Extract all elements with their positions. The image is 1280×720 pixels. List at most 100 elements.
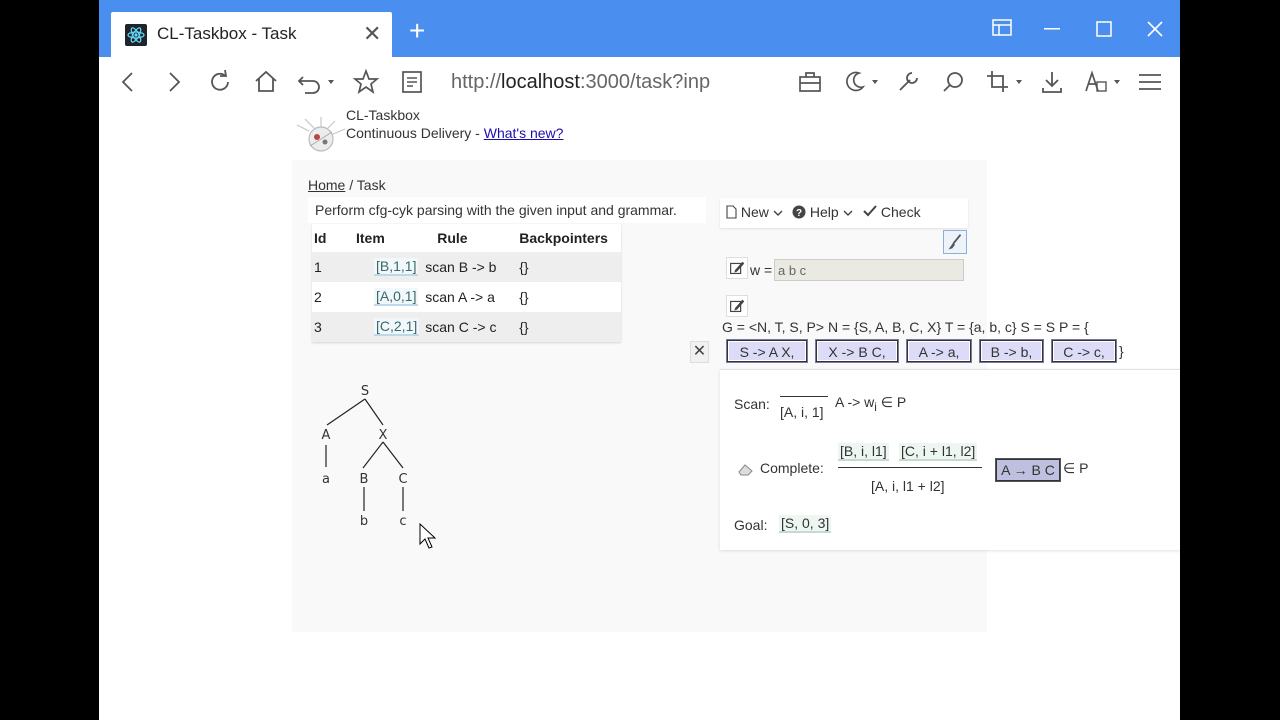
favorite-star-icon[interactable]: [351, 67, 381, 97]
url-prefix: http://: [451, 71, 502, 93]
grammar-rule[interactable]: A -> a,: [907, 340, 971, 362]
grammar-rule[interactable]: B -> b,: [980, 340, 1043, 362]
cell-rule: scan B -> b: [423, 252, 518, 282]
title-bar: CL-Taskbox - Task ✕ +: [99, 0, 1180, 57]
new-tab-button[interactable]: +: [409, 17, 425, 45]
grammar-rule[interactable]: S -> A X,: [727, 340, 807, 362]
app-subtitle: Continuous Delivery - What's new?: [346, 125, 563, 141]
translate-icon[interactable]: [1081, 67, 1125, 97]
breadcrumb-current: Task: [356, 177, 386, 193]
word-label: w =: [750, 262, 773, 278]
table-header-row: Id Item Rule Backpointers: [312, 224, 621, 252]
mouse-cursor-icon: [419, 523, 437, 549]
breadcrumb-separator: /: [345, 177, 357, 193]
edit-grammar-icon[interactable]: [726, 295, 748, 317]
forward-icon[interactable]: [159, 67, 189, 97]
home-icon[interactable]: [251, 67, 281, 97]
browser-toolbar: http://localhost:3000/task?inp: [99, 57, 1180, 108]
complete-premise[interactable]: [C, i + l1, l2]: [899, 443, 978, 461]
back-icon[interactable]: [113, 67, 143, 97]
cell-rule: scan A -> a: [425, 289, 495, 305]
check-button-label: Check: [880, 204, 921, 220]
item-chip[interactable]: [A,0,1]: [374, 288, 419, 306]
grammar-rule[interactable]: X -> B C,: [816, 340, 898, 362]
app-name: CL-Taskbox: [346, 107, 420, 123]
cell-id: 3: [312, 312, 350, 342]
edit-word-icon[interactable]: [726, 257, 748, 279]
items-table: Id Item Rule Backpointers 1 [B,1,1] scan…: [312, 224, 622, 342]
tab-close-icon[interactable]: ✕: [363, 21, 381, 47]
help-menu-label: Help: [809, 204, 839, 220]
reload-icon[interactable]: [205, 67, 235, 97]
page-content: CL-Taskbox Continuous Delivery - What's …: [99, 107, 1180, 720]
help-circle-icon: ?: [792, 205, 806, 219]
check-button[interactable]: Check: [863, 204, 921, 220]
table-row: 3 [C,2,1] scan C -> c {}: [312, 312, 622, 342]
cell-backpointers: {}: [517, 252, 622, 282]
tab-layout-icon[interactable]: [992, 19, 1012, 37]
screenshot-icon[interactable]: [983, 67, 1027, 97]
file-icon: [726, 205, 737, 219]
menu-icon[interactable]: [1135, 67, 1165, 97]
scan-label: Scan:: [734, 396, 770, 412]
help-menu[interactable]: ? Help: [792, 204, 853, 220]
browser-tab[interactable]: CL-Taskbox - Task ✕: [111, 12, 392, 57]
complete-premise[interactable]: [B, i, l1]: [838, 443, 889, 461]
minimize-icon[interactable]: [1044, 28, 1060, 30]
tools-icon[interactable]: [893, 67, 923, 97]
parse-tree: S A X a B C b c: [322, 384, 408, 527]
complete-label: Complete:: [760, 460, 824, 476]
grammar-rule[interactable]: C -> c,: [1052, 340, 1116, 362]
goal-label: Goal:: [734, 517, 768, 533]
reading-list-icon[interactable]: [397, 67, 427, 97]
complete-rule[interactable]: A → B C: [996, 459, 1060, 481]
new-menu-label: New: [740, 204, 769, 220]
goal-item[interactable]: [S, 0, 3]: [779, 515, 832, 533]
cell-backpointers: {}: [519, 289, 529, 305]
word-input[interactable]: [774, 259, 964, 281]
grammar-close-brace: }: [1119, 343, 1124, 359]
react-logo-icon: [125, 24, 147, 46]
col-header-backpointers: Backpointers: [519, 230, 608, 246]
col-header-id: Id: [314, 230, 327, 246]
chevron-down-icon: [843, 210, 853, 216]
scan-conclusion: [A, i, 1]: [780, 404, 824, 420]
cell-backpointers: {}: [517, 312, 622, 342]
table-row: 1 [B,1,1] scan B -> b {}: [312, 252, 622, 282]
complete-fraction-line: [838, 467, 982, 468]
search-icon[interactable]: [939, 67, 969, 97]
chevron-down-icon: [773, 210, 783, 216]
col-header-item: Item: [356, 230, 385, 246]
complete-side-condition: ∈ P: [1063, 460, 1089, 476]
address-bar[interactable]: http://localhost:3000/task?inp: [451, 67, 771, 97]
breadcrumb-home-link[interactable]: Home: [308, 177, 345, 193]
cell-id: 1: [312, 252, 350, 282]
tree-node-root: S: [361, 384, 369, 399]
grammar-definition: G = <N, T, S, P> N = {S, A, B, C, X} T =…: [722, 319, 1089, 335]
svg-text:?: ?: [796, 208, 802, 219]
paintbrush-icon[interactable]: [943, 230, 967, 254]
tree-node: C: [398, 472, 407, 487]
new-menu[interactable]: New: [726, 204, 783, 220]
night-mode-icon[interactable]: [839, 67, 883, 97]
scan-fraction-line: [780, 396, 828, 397]
toolbox-icon[interactable]: [795, 67, 825, 97]
tree-node: B: [360, 472, 369, 487]
breadcrumb: Home / Task: [308, 177, 386, 193]
tree-node: A: [322, 428, 331, 443]
maximize-icon[interactable]: [1096, 21, 1112, 37]
subtitle-text: Continuous Delivery -: [346, 125, 484, 141]
whats-new-link[interactable]: What's new?: [484, 125, 564, 141]
url-host: localhost: [501, 71, 580, 93]
download-icon[interactable]: [1037, 67, 1067, 97]
close-window-icon[interactable]: [1147, 21, 1163, 37]
tree-node: X: [379, 428, 388, 443]
taskbox-logo-icon: [296, 117, 346, 152]
undo-close-tab-icon[interactable]: [295, 67, 339, 97]
close-grammar-button[interactable]: ✕: [690, 341, 709, 363]
task-menu-bar: New ? Help Check: [720, 198, 968, 228]
task-instruction: Perform cfg-cyk parsing with the given i…: [308, 197, 706, 223]
item-chip[interactable]: [B,1,1]: [374, 258, 419, 276]
eraser-icon[interactable]: [737, 461, 755, 477]
item-chip[interactable]: [C,2,1]: [374, 318, 420, 336]
